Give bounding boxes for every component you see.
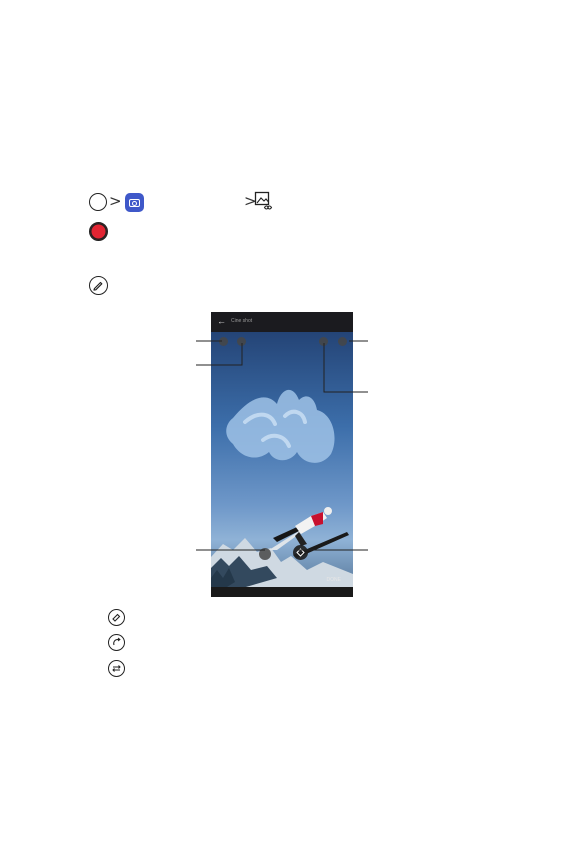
redo-icon <box>108 660 125 677</box>
eraser-icon <box>108 609 125 626</box>
callout-lines <box>196 340 368 551</box>
undo-icon <box>108 634 125 651</box>
